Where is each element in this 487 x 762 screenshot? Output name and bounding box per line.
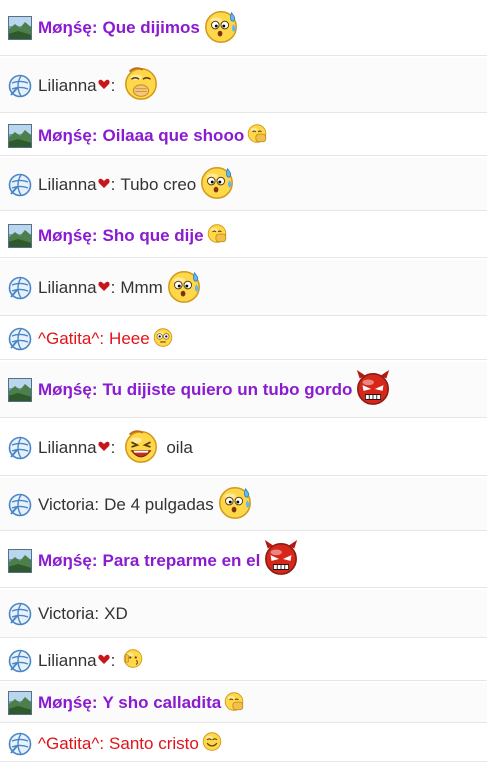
chat-message-row: Møŋśę: Sho que dije bbox=[0, 213, 487, 258]
landscape-avatar-icon[interactable] bbox=[8, 123, 32, 148]
message-text: Y sho calladita bbox=[102, 693, 222, 712]
message-author[interactable]: Møŋśę bbox=[38, 126, 92, 146]
message-text: De 4 pulgadas bbox=[104, 494, 214, 514]
message-text: Tubo creo bbox=[120, 174, 197, 194]
chat-message-row: ^Gatita^: Santo cristo bbox=[0, 725, 487, 762]
message-text: Santo cristo bbox=[109, 733, 199, 753]
globe-avatar-icon[interactable] bbox=[8, 649, 32, 673]
message-author[interactable]: Lilianna bbox=[38, 438, 97, 458]
author-separator: : bbox=[91, 18, 98, 37]
chat-message-row: Victoria: XD bbox=[0, 590, 487, 638]
globe-avatar-icon[interactable] bbox=[8, 276, 32, 300]
chat-message-row: ^Gatita^: Heee bbox=[0, 318, 487, 360]
sweat-face-icon bbox=[165, 267, 203, 310]
author-separator: : bbox=[110, 438, 116, 457]
chat-message-row: Møŋśę: Tu dijiste quiero un tubo gordo bbox=[0, 362, 487, 418]
author-separator: : bbox=[110, 75, 116, 95]
author-separator: : bbox=[91, 225, 98, 245]
devil-face-icon bbox=[354, 369, 392, 412]
sweat-face-icon bbox=[202, 7, 240, 50]
globe-avatar-icon[interactable] bbox=[8, 493, 32, 517]
message-author[interactable]: Møŋśę bbox=[38, 380, 92, 400]
message-text: Sho que dije bbox=[102, 225, 204, 245]
heart-icon bbox=[98, 176, 110, 194]
author-separator: : bbox=[99, 733, 105, 753]
globe-avatar-icon[interactable] bbox=[8, 602, 32, 626]
heart-icon bbox=[98, 279, 110, 297]
message-author[interactable]: Møŋśę bbox=[38, 551, 92, 571]
message-text: XD bbox=[104, 604, 128, 623]
landscape-avatar-icon[interactable] bbox=[8, 691, 32, 715]
globe-avatar-icon[interactable] bbox=[8, 732, 32, 756]
heart-icon bbox=[98, 652, 110, 670]
sweat-face-icon bbox=[216, 483, 254, 526]
flushed-face-icon bbox=[152, 326, 174, 353]
globe-avatar-icon[interactable] bbox=[8, 327, 32, 351]
globe-avatar-icon[interactable] bbox=[8, 74, 32, 98]
landscape-avatar-icon[interactable] bbox=[8, 223, 32, 248]
landscape-avatar-icon[interactable] bbox=[8, 378, 32, 402]
chat-message-row: Lilianna: oila bbox=[0, 420, 487, 476]
landscape-avatar-icon[interactable] bbox=[8, 16, 32, 40]
smile-face-icon bbox=[201, 730, 223, 757]
chat-message-row: Lilianna: Mmm bbox=[0, 260, 487, 316]
heart-icon bbox=[98, 77, 110, 95]
author-separator: : bbox=[110, 650, 116, 670]
author-separator: : bbox=[110, 278, 116, 297]
message-author[interactable]: Victoria bbox=[38, 495, 94, 515]
message-author[interactable]: Lilianna bbox=[38, 76, 97, 96]
message-author[interactable]: ^Gatita^ bbox=[38, 329, 99, 349]
chat-message-row: Lilianna: Tubo creo bbox=[0, 158, 487, 211]
hand-over-mouth-face-icon bbox=[122, 64, 160, 107]
author-separator: : bbox=[91, 125, 98, 145]
author-separator: : bbox=[91, 693, 98, 712]
chat-message-row: Lilianna: bbox=[0, 58, 487, 113]
chat-message-row: Møŋśę: Oilaaa que shooo bbox=[0, 115, 487, 156]
message-author[interactable]: Lilianna bbox=[38, 278, 97, 298]
shy-face-icon bbox=[122, 647, 144, 674]
author-separator: : bbox=[91, 550, 98, 570]
devil-face-icon bbox=[262, 539, 300, 582]
chat-message-row: Møŋśę: Para treparme en el bbox=[0, 533, 487, 588]
author-separator: : bbox=[94, 604, 100, 623]
heart-icon bbox=[98, 439, 110, 457]
message-author[interactable]: Lilianna bbox=[38, 175, 97, 195]
chat-message-row: Møŋśę: Y sho calladita bbox=[0, 683, 487, 723]
message-author[interactable]: Møŋśę bbox=[38, 693, 92, 713]
message-author[interactable]: Møŋśę bbox=[38, 18, 92, 38]
landscape-avatar-icon[interactable] bbox=[8, 548, 32, 573]
author-separator: : bbox=[94, 494, 100, 514]
message-author[interactable]: Møŋśę bbox=[38, 226, 92, 246]
globe-avatar-icon[interactable] bbox=[8, 436, 32, 460]
message-text: Heee bbox=[109, 329, 150, 348]
message-text: Que dijimos bbox=[102, 18, 200, 37]
thumbs-face-icon bbox=[223, 690, 245, 717]
message-text: Mmm bbox=[120, 278, 163, 297]
sweat-face-icon bbox=[198, 163, 236, 206]
author-separator: : bbox=[99, 329, 105, 348]
author-separator: : bbox=[91, 380, 98, 399]
chat-message-row: Møŋśę: Que dijimos bbox=[0, 0, 487, 56]
message-text: oila bbox=[166, 438, 193, 457]
thumbs-face-icon bbox=[246, 122, 268, 149]
message-author[interactable]: Victoria bbox=[38, 604, 94, 624]
message-author[interactable]: Lilianna bbox=[38, 651, 97, 671]
chat-message-row: Victoria: De 4 pulgadas bbox=[0, 478, 487, 531]
globe-avatar-icon[interactable] bbox=[8, 173, 32, 197]
message-text: Oilaaa que shooo bbox=[102, 125, 245, 145]
author-separator: : bbox=[110, 174, 116, 194]
chat-log: Møŋśę: Que dijimos Lilianna: Møŋśę: Oilaaa q… bbox=[0, 0, 487, 762]
message-author[interactable]: ^Gatita^ bbox=[38, 734, 99, 754]
message-text: Para treparme en el bbox=[102, 550, 261, 570]
message-text: Tu dijiste quiero un tubo gordo bbox=[102, 380, 353, 399]
laughing-face-icon bbox=[122, 427, 160, 470]
chat-message-row: Lilianna: bbox=[0, 640, 487, 681]
thumbs-face-icon bbox=[206, 222, 228, 249]
